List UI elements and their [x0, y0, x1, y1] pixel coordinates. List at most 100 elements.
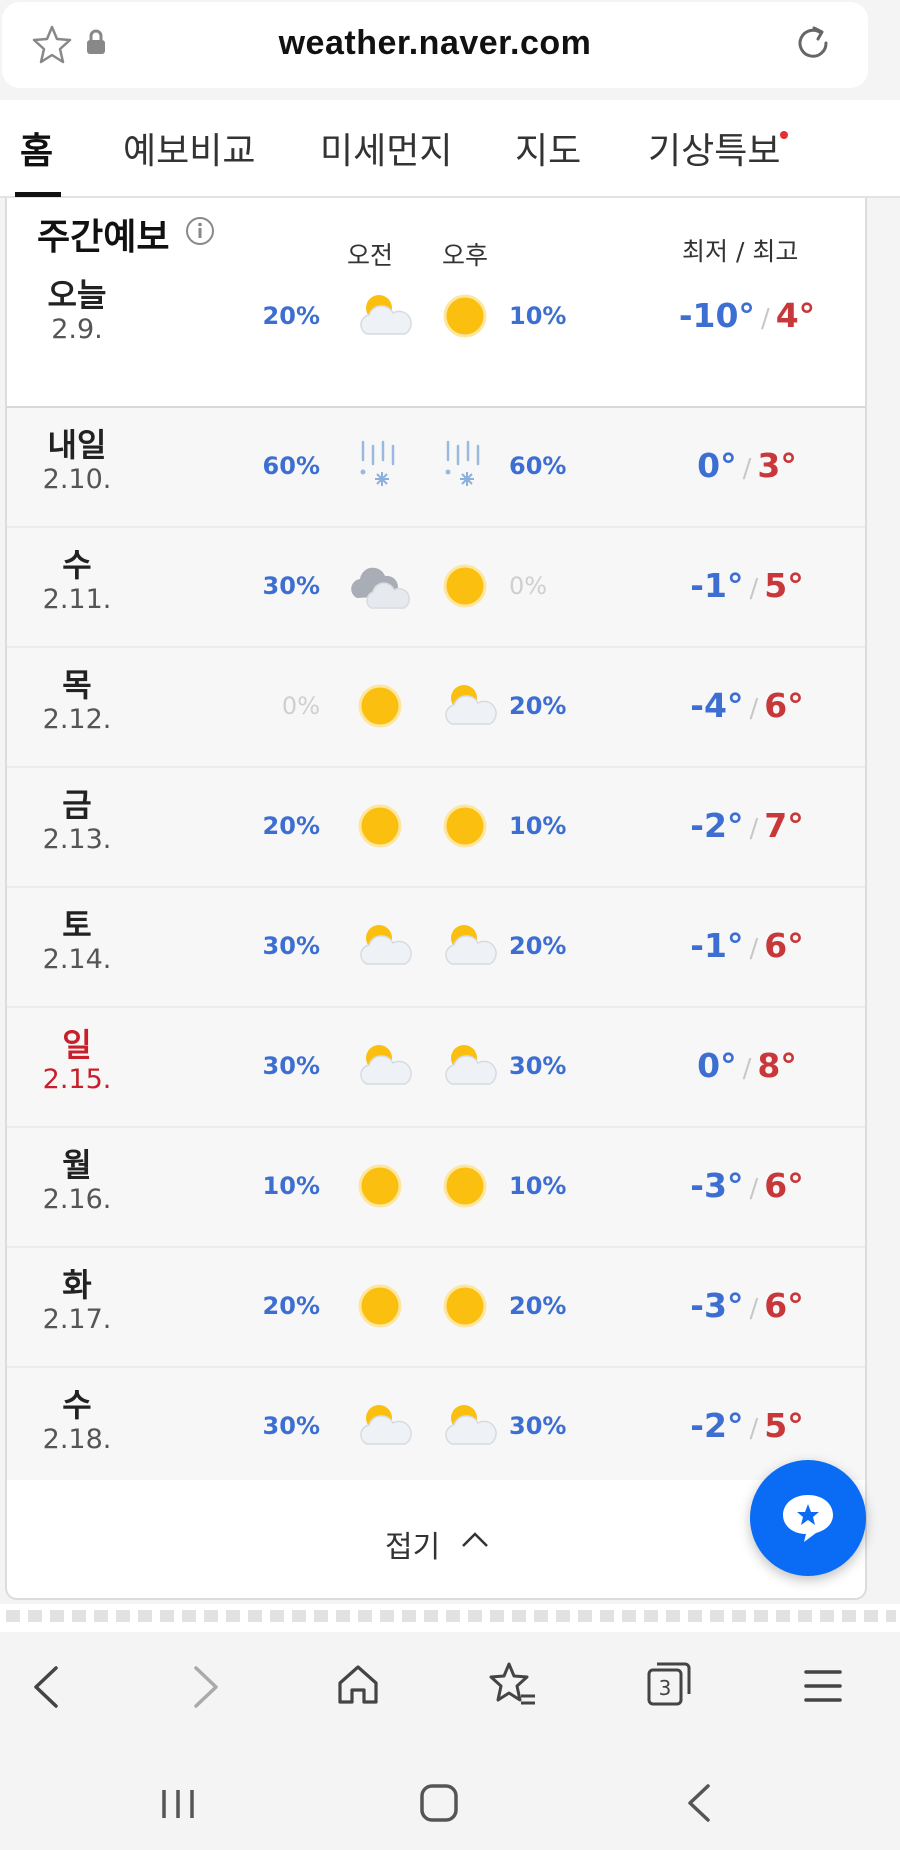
- forecast-row: 일 2.15. 30% 30% 0°/8°: [7, 1008, 865, 1128]
- day-label: 화: [62, 1266, 92, 1304]
- forecast-row: 월 2.16. 10% 10% -3°/6°: [7, 1128, 865, 1248]
- temp-range: -3°/6°: [647, 1286, 847, 1325]
- temp-range: -10°/4°: [647, 296, 847, 335]
- date-label: 2.16.: [42, 1184, 112, 1215]
- sunny-icon: [358, 1164, 402, 1208]
- temp-separator: /: [760, 304, 770, 334]
- day-label: 월: [62, 1146, 92, 1184]
- system-nav-bar: [0, 1762, 900, 1850]
- temp-range: -4°/6°: [647, 686, 847, 725]
- refresh-icon[interactable]: [792, 22, 834, 64]
- partly-cloudy-icon: [445, 1045, 497, 1085]
- menu-icon[interactable]: [803, 1666, 843, 1706]
- high-temp: 5°: [764, 566, 804, 605]
- chatbot-fab-button[interactable]: [750, 1460, 866, 1576]
- date-label: 2.12.: [42, 704, 112, 735]
- high-temp: 6°: [764, 1166, 804, 1205]
- pm-precip: 10%: [509, 812, 567, 840]
- pm-precip: 10%: [509, 302, 567, 330]
- tabs-button[interactable]: 3: [645, 1660, 693, 1708]
- forecast-row: 화 2.17. 20% 20% -3°/6°: [7, 1248, 865, 1368]
- am-precip: 10%: [262, 1172, 320, 1200]
- temp-separator: /: [749, 694, 759, 724]
- high-temp: 4°: [775, 296, 816, 335]
- weekly-forecast-card: 주간예보 오전 오후 최저 / 최고 오늘 2.9. 20% 10% -10°/4° 내일…: [5, 198, 867, 1600]
- temp-separator: /: [749, 1174, 759, 1204]
- forecast-row: 내일 2.10. 60% 60% 0°/3°: [7, 408, 865, 528]
- forward-icon[interactable]: [188, 1664, 224, 1710]
- day-label: 토: [62, 906, 92, 944]
- chevron-up-icon[interactable]: [460, 1528, 490, 1552]
- low-temp: -2°: [690, 806, 744, 845]
- high-temp: 6°: [764, 686, 804, 725]
- home-icon[interactable]: [335, 1662, 381, 1708]
- high-temp: 7°: [764, 806, 804, 845]
- low-temp: -3°: [690, 1166, 744, 1205]
- pm-precip: 60%: [509, 452, 567, 480]
- low-temp: -4°: [690, 686, 744, 725]
- forecast-row: 수 2.11. 30% 0% -1°/5°: [7, 528, 865, 648]
- temp-separator: /: [742, 1054, 752, 1084]
- day-label: 오늘: [47, 276, 107, 314]
- day-label: 수: [62, 546, 92, 584]
- bookmarks-icon[interactable]: [487, 1660, 539, 1710]
- day-label: 내일: [47, 426, 107, 464]
- sunny-icon: [443, 294, 487, 338]
- back-icon[interactable]: [28, 1664, 64, 1710]
- pm-precip: 20%: [509, 692, 567, 720]
- low-temp: -3°: [690, 1286, 744, 1325]
- date-label: 2.11.: [42, 584, 112, 615]
- day-label: 목: [62, 666, 92, 704]
- tab-fine-dust[interactable]: 미세먼지: [320, 122, 452, 174]
- sunny-icon: [358, 1284, 402, 1328]
- date-label: 2.10.: [42, 464, 112, 495]
- system-home-icon[interactable]: [418, 1782, 460, 1824]
- chat-star-icon: [783, 1495, 833, 1542]
- tab-weather-alerts[interactable]: 기상특보: [648, 122, 780, 174]
- low-temp: -2°: [690, 1406, 744, 1445]
- forecast-row: 토 2.14. 30% 20% -1°/6°: [7, 888, 865, 1008]
- sunny-icon: [443, 1164, 487, 1208]
- tab-count: 3: [658, 1676, 672, 1700]
- am-precip: 30%: [262, 932, 320, 960]
- recent-apps-icon[interactable]: [158, 1784, 198, 1824]
- am-precip: 0%: [281, 692, 320, 720]
- temp-range: -3°/6°: [647, 1166, 847, 1205]
- date-label: 2.9.: [51, 314, 103, 345]
- temp-separator: /: [749, 814, 759, 844]
- temp-separator: /: [749, 934, 759, 964]
- am-precip: 30%: [262, 572, 320, 600]
- temp-separator: /: [749, 574, 759, 604]
- sunny-icon: [358, 684, 402, 728]
- temp-range: -2°/7°: [647, 806, 847, 845]
- system-back-icon[interactable]: [684, 1782, 714, 1824]
- collapse-label[interactable]: 접기: [385, 1522, 440, 1566]
- am-precip: 30%: [262, 1412, 320, 1440]
- tab-home[interactable]: 홈: [20, 122, 53, 174]
- temp-separator: /: [749, 1414, 759, 1444]
- forecast-row: 오늘 2.9. 20% 10% -10°/4°: [7, 198, 865, 408]
- high-temp: 5°: [764, 1406, 804, 1445]
- partly-cloudy-icon: [360, 1405, 412, 1445]
- cloudy-icon: [351, 567, 410, 609]
- sunny-icon: [358, 804, 402, 848]
- alert-dot: [780, 131, 788, 139]
- temp-range: 0°/8°: [647, 1046, 847, 1085]
- partly-cloudy-icon: [445, 685, 497, 725]
- am-precip: 20%: [262, 812, 320, 840]
- address-bar[interactable]: weather.naver.com: [2, 2, 868, 88]
- partly-cloudy-icon: [445, 1405, 497, 1445]
- url-text[interactable]: weather.naver.com: [2, 24, 868, 63]
- active-tab-indicator: [15, 192, 61, 197]
- weather-tabs: 홈 예보비교 미세먼지 지도 기상특보: [0, 100, 900, 198]
- pm-precip: 30%: [509, 1412, 567, 1440]
- pm-precip: 30%: [509, 1052, 567, 1080]
- date-label: 2.17.: [42, 1304, 112, 1335]
- tab-forecast-compare[interactable]: 예보비교: [123, 122, 255, 174]
- low-temp: -10°: [678, 296, 755, 335]
- forecast-row: 목 2.12. 0% 20% -4°/6°: [7, 648, 865, 768]
- tab-map[interactable]: 지도: [515, 122, 581, 174]
- truncated-notice: [0, 1604, 900, 1632]
- collapse-area[interactable]: 접기: [7, 1480, 865, 1598]
- date-label: 2.13.: [42, 824, 112, 855]
